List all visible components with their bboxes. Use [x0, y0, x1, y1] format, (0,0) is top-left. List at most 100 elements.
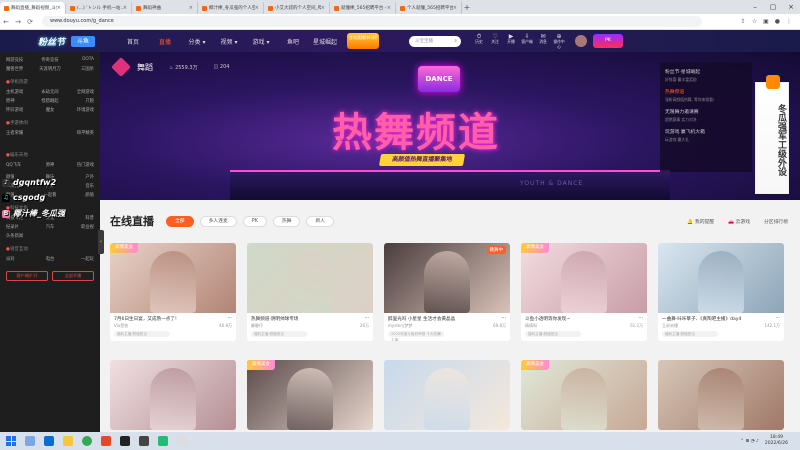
nav-link[interactable]: 星城崛起: [309, 37, 341, 46]
edge-icon[interactable]: [44, 436, 54, 446]
live-thumbnail[interactable]: 高情美女: [521, 360, 647, 430]
close-tab-icon[interactable]: ×: [453, 5, 457, 11]
app-icon[interactable]: [177, 436, 187, 446]
hero-list-item[interactable]: 粉丝节·星城崛起: [665, 66, 747, 77]
close-tab-icon[interactable]: ×: [387, 5, 391, 11]
start-icon[interactable]: [6, 436, 16, 446]
sidebar-item[interactable]: 热门游戏: [65, 162, 94, 168]
sidebar-item[interactable]: 天涯明月刀: [35, 66, 64, 72]
live-thumbnail[interactable]: [384, 360, 510, 430]
live-card[interactable]: [384, 360, 510, 430]
card-title[interactable]: 热舞频道·阴明帅球专场: [251, 316, 298, 322]
close-tab-icon[interactable]: ×: [255, 5, 259, 11]
sidebar-item[interactable]: 原神: [35, 162, 64, 168]
sidebar-item[interactable]: 纪录片: [6, 224, 35, 230]
sidebar-item[interactable]: QQ飞车: [6, 162, 35, 168]
sidebar-item[interactable]: 原神: [6, 98, 35, 104]
live-card[interactable]: 高情美女: [521, 360, 647, 430]
section-action-link[interactable]: 🚗 云游戏: [728, 218, 750, 225]
site-logo-badge[interactable]: 斗鱼: [71, 35, 96, 47]
vertical-ad[interactable]: 冬瓜强军工级外设: [755, 75, 789, 194]
live-card[interactable]: 高情美女 7月6日生日宴，又成熟一点了! ⋯ Via是枝 46.8万 福利主播·颜值担当: [110, 243, 236, 341]
live-thumbnail[interactable]: 高情美女: [247, 360, 373, 430]
site-logo[interactable]: 粉丝节: [38, 35, 65, 48]
extensions-icon[interactable]: ▣: [763, 18, 769, 25]
section-action-link[interactable]: 分区排行榜: [764, 218, 788, 225]
filter-chip[interactable]: 多人连麦: [199, 215, 237, 227]
section-action-link[interactable]: 🔔 我的提醒: [687, 218, 714, 225]
sidebar-item[interactable]: [35, 130, 64, 136]
live-card[interactable]: 跳舞中 醉里光吗 小星星 生活才会黄晶晶 ⋯ mystery梦梦 69.8万 2022年度…: [384, 243, 510, 341]
sidebar-item[interactable]: 一起玩: [65, 256, 94, 262]
close-tab-icon[interactable]: ×: [321, 5, 325, 11]
browser-tab[interactable]: 就懂棒_565招聘平台 - 58Play查×: [330, 2, 396, 14]
app-icon[interactable]: [120, 436, 130, 446]
header-tool-button[interactable]: ⏱ 历史: [473, 33, 485, 49]
live-card[interactable]: 一曲舞·咔咔莘子、《真陶吧主播》day4 ⋯ 玉米米播 142.1万 福利主播·颜值担当: [658, 243, 784, 341]
live-card[interactable]: 高情美女: [247, 360, 373, 430]
search-input[interactable]: 斗宝宝播 ⌕: [409, 35, 462, 47]
app-icon[interactable]: [139, 436, 149, 446]
live-card[interactable]: 热舞频道·阴明帅球专场 ⋯ 静静仔 26万 福利主播·颜值担当: [247, 243, 373, 341]
sidebar-item[interactable]: 只狼: [65, 98, 94, 104]
card-more-icon[interactable]: ⋯: [227, 316, 232, 322]
sidebar-item[interactable]: 全网游戏: [65, 89, 94, 95]
sidebar-item[interactable]: 派对: [6, 256, 35, 262]
sidebar-item[interactable]: 永劫无间: [35, 89, 64, 95]
anchor-name[interactable]: 倩倩呀: [525, 323, 537, 329]
filter-chip[interactable]: PK: [242, 215, 267, 227]
star-icon[interactable]: ☆: [752, 18, 757, 25]
hero-list-item[interactable]: 玩游戏 赢飞机大箱: [665, 126, 747, 137]
search-taskbar-icon[interactable]: [25, 436, 35, 446]
clock[interactable]: 18:49 2022/6/26: [765, 435, 788, 447]
live-thumbnail[interactable]: 高情美女: [521, 243, 647, 313]
url-input[interactable]: www.douyu.com/g_dance: [42, 16, 702, 27]
live-thumbnail[interactable]: [247, 243, 373, 313]
new-tab-icon[interactable]: +: [462, 3, 472, 12]
card-title[interactable]: 醉里光吗 小星星 生活才会黄晶晶: [388, 316, 455, 322]
sidebar-collapse-button[interactable]: ‹: [98, 230, 104, 254]
sidebar-item[interactable]: 环境游戏: [65, 107, 94, 113]
nav-link[interactable]: 鱼吧: [277, 37, 309, 46]
sidebar-item[interactable]: 网游竞技: [6, 57, 35, 63]
close-tab-icon[interactable]: ×: [57, 5, 61, 11]
nav-link[interactable]: 直播: [149, 37, 181, 46]
app-icon[interactable]: [101, 436, 111, 446]
card-title[interactable]: 7月6日生日宴，又成熟一点了!: [114, 316, 177, 322]
back-icon[interactable]: ←: [0, 18, 12, 26]
sidebar-item[interactable]: 三国杀: [65, 66, 94, 72]
live-thumbnail[interactable]: [658, 360, 784, 430]
anchor-name[interactable]: Via是枝: [114, 323, 128, 329]
filter-chip[interactable]: 新人: [306, 215, 335, 227]
card-more-icon[interactable]: ⋯: [638, 316, 643, 322]
browser-tab[interactable]: 个人就懂_565招聘平台 - 58Play查×: [396, 2, 462, 14]
sidebar-item[interactable]: 王者荣耀: [6, 130, 35, 136]
browser-tab[interactable]: 小艾大叔的个人空间_哔哩哔哩×: [264, 2, 330, 14]
browser-tab[interactable]: 舞蹈直播_舞蹈视频_斗鱼直播×: [0, 2, 66, 14]
filter-chip[interactable]: 全部: [166, 215, 194, 227]
header-tool-button[interactable]: ✉ 消息: [537, 33, 549, 49]
browser-tab[interactable]: 椰汁棒_冬瓜强的个人空间_哔哩哔哩×: [198, 2, 264, 14]
sidebar-item[interactable]: [35, 233, 64, 239]
chrome-icon[interactable]: [82, 436, 92, 446]
card-title[interactable]: 一曲舞·咔咔莘子、《真陶吧主播》day4: [662, 316, 741, 322]
sidebar-item[interactable]: 汽车: [35, 224, 64, 230]
app-icon[interactable]: [158, 436, 168, 446]
sidebar-item[interactable]: 职业视: [65, 224, 94, 230]
close-tab-icon[interactable]: ×: [189, 5, 193, 11]
browser-tab[interactable]: 舞蹈神曲 ×: [132, 2, 198, 14]
nav-link[interactable]: 视频 ▾: [213, 37, 245, 46]
anchor-name[interactable]: 玉米米播: [662, 323, 678, 329]
search-icon[interactable]: ⌕: [454, 36, 457, 47]
start-broadcast-button[interactable]: 全部开播: [52, 271, 94, 281]
menu-icon[interactable]: ⋮: [786, 18, 792, 25]
live-card[interactable]: [110, 360, 236, 430]
nav-link[interactable]: 首页: [117, 37, 149, 46]
close-tab-icon[interactable]: ×: [123, 5, 127, 11]
header-tool-button[interactable]: ♡ 关注: [489, 33, 501, 49]
hero-banner[interactable]: 舞蹈 ♨ 2559.3万 ◫ 204 DANCE 热舞频道 高颜值热舞直播聚集地…: [100, 52, 800, 200]
filter-chip[interactable]: 热舞: [272, 215, 301, 227]
live-card[interactable]: [658, 360, 784, 430]
hero-list-item[interactable]: 无限舞力邀请赛: [665, 106, 747, 117]
header-tool-button[interactable]: ⊕ 操作中心: [553, 33, 565, 49]
